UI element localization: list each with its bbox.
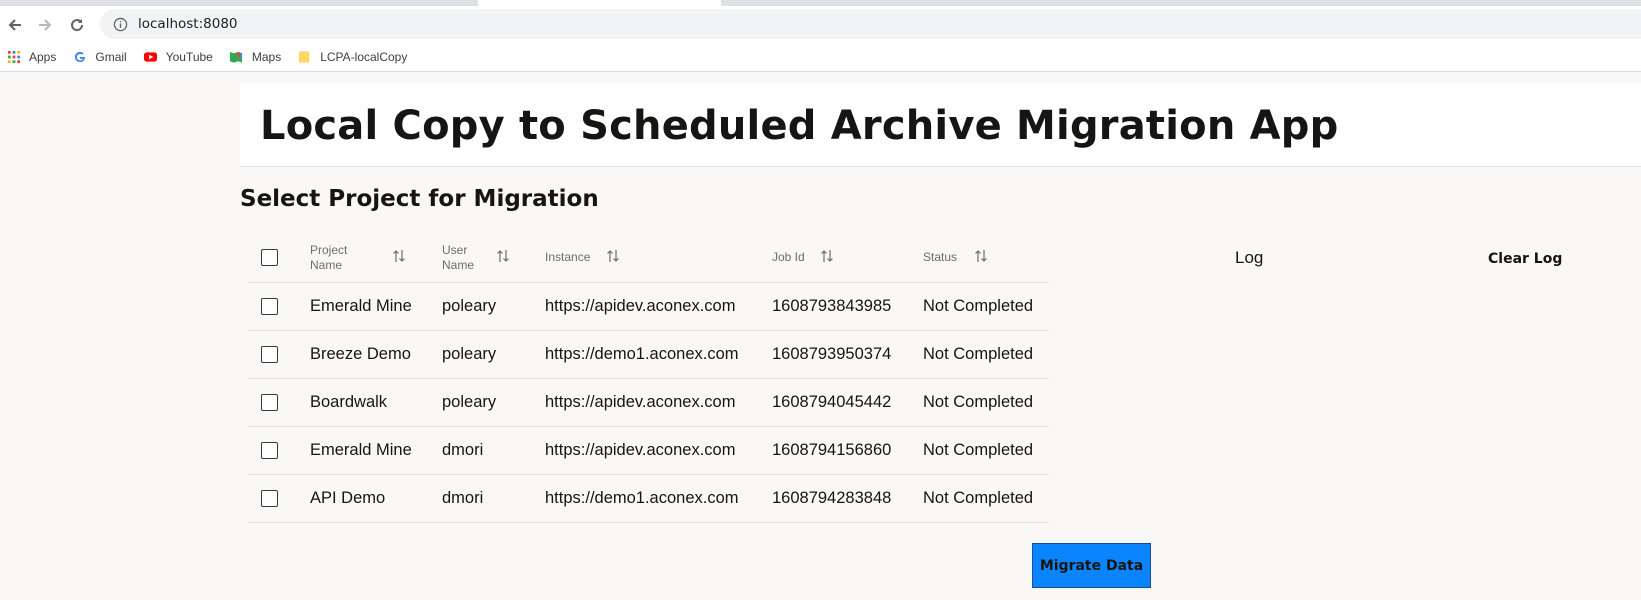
row-select-cell	[261, 427, 283, 474]
header-label: Instance	[545, 250, 591, 264]
project-name-cell: Breeze Demo	[310, 345, 411, 363]
instance-cell: https://apidev.aconex.com	[545, 297, 736, 315]
project-name-cell: Emerald Mine	[310, 441, 412, 459]
status-cell: Not Completed	[923, 441, 1034, 459]
user-name-cell: poleary	[442, 345, 497, 363]
header-label: Status	[923, 250, 958, 264]
row-checkbox[interactable]	[261, 298, 278, 315]
google-g-icon	[72, 49, 87, 64]
log-label: Log	[1235, 248, 1264, 267]
info-icon[interactable]	[112, 16, 128, 32]
app-title: Local Copy to Scheduled Archive Migratio…	[260, 103, 1339, 149]
job-id-cell: 1608794156860	[772, 441, 892, 459]
row-checkbox[interactable]	[261, 346, 278, 363]
job-id-cell: 1608793950374	[772, 345, 892, 363]
job-id-cell: 1608793843985	[772, 297, 892, 315]
bookmark-gmail[interactable]: Gmail	[72, 49, 127, 64]
instance-cell: https://demo1.aconex.com	[545, 345, 739, 363]
bookmark-label: LCPA-localCopy	[320, 49, 408, 64]
bookmark-label: Maps	[251, 49, 282, 64]
bookmark-label: YouTube	[165, 49, 213, 64]
job-id-cell: 1608794283848	[772, 489, 892, 507]
reload-button[interactable]	[66, 14, 88, 36]
job-id-cell: 1608794045442	[772, 393, 892, 411]
sort-icon[interactable]	[606, 248, 620, 264]
back-button[interactable]	[4, 14, 26, 36]
migrate-data-button[interactable]: Migrate Data	[1032, 543, 1151, 588]
row-select-cell	[261, 379, 283, 426]
bookmark-maps[interactable]: Maps	[229, 49, 281, 64]
table-row[interactable]: API Demo dmori https://demo1.aconex.com …	[249, 475, 1049, 523]
table-row[interactable]: Boardwalk poleary https://apidev.aconex.…	[249, 379, 1049, 427]
header-label: Name	[310, 257, 343, 272]
header-user-name[interactable]: User Name	[442, 233, 542, 282]
row-checkbox[interactable]	[261, 490, 278, 507]
select-all-cell	[261, 233, 283, 282]
bookmark-apps[interactable]: Apps	[6, 49, 56, 64]
projects-table: Project Name User Name Instance Job Id S…	[249, 233, 1049, 523]
url-text[interactable]: localhost:8080	[138, 16, 238, 32]
status-cell: Not Completed	[923, 345, 1034, 363]
section-title: Select Project for Migration	[240, 186, 599, 212]
app-header: Local Copy to Scheduled Archive Migratio…	[240, 83, 1641, 167]
status-cell: Not Completed	[923, 489, 1034, 507]
table-header-row: Project Name User Name Instance Job Id S…	[249, 233, 1049, 283]
user-name-cell: dmori	[442, 441, 484, 459]
header-label: Name	[442, 257, 475, 272]
instance-cell: https://apidev.aconex.com	[545, 393, 736, 411]
instance-cell: https://demo1.aconex.com	[545, 489, 739, 507]
header-instance[interactable]: Instance	[545, 233, 765, 282]
row-checkbox[interactable]	[261, 394, 278, 411]
bookmark-youtube[interactable]: YouTube	[143, 49, 213, 64]
header-project-name[interactable]: Project Name	[310, 233, 435, 282]
row-select-cell	[261, 331, 283, 378]
status-cell: Not Completed	[923, 393, 1034, 411]
header-label: User	[442, 242, 468, 257]
header-label: Project	[310, 242, 348, 257]
header-job-id[interactable]: Job Id	[772, 233, 922, 282]
status-cell: Not Completed	[923, 297, 1034, 315]
row-select-cell	[261, 283, 283, 330]
folder-icon	[297, 49, 312, 64]
forward-arrow-icon	[39, 19, 52, 31]
select-all-checkbox[interactable]	[261, 249, 278, 266]
reload-icon	[71, 19, 84, 32]
forward-button[interactable]	[34, 14, 56, 36]
browser-toolbar: localhost:8080	[0, 6, 1641, 42]
table-row[interactable]: Emerald Mine dmori https://apidev.aconex…	[249, 427, 1049, 475]
user-name-cell: poleary	[442, 297, 497, 315]
project-name-cell: Emerald Mine	[310, 297, 412, 315]
user-name-cell: poleary	[442, 393, 497, 411]
sort-icon[interactable]	[974, 248, 988, 264]
table-row[interactable]: Emerald Mine poleary https://apidev.acon…	[249, 283, 1049, 331]
user-name-cell: dmori	[442, 489, 484, 507]
bookmark-lcpa-localcopy[interactable]: LCPA-localCopy	[297, 49, 407, 64]
address-bar[interactable]: localhost:8080	[100, 9, 1641, 39]
clear-log-button[interactable]: Clear Log	[1488, 251, 1562, 267]
bookmark-label: Apps	[29, 49, 57, 64]
project-name-cell: Boardwalk	[310, 393, 388, 411]
table-row[interactable]: Breeze Demo poleary https://demo1.aconex…	[249, 331, 1049, 379]
sort-icon[interactable]	[496, 248, 510, 264]
project-name-cell: API Demo	[310, 489, 386, 507]
row-select-cell	[261, 475, 283, 522]
header-label: Job Id	[772, 250, 805, 264]
bookmarks-bar: Apps Gmail YouTube Maps LCPA-localCopy	[0, 42, 1641, 72]
sort-icon[interactable]	[820, 248, 834, 264]
header-status[interactable]: Status	[923, 233, 1049, 282]
row-checkbox[interactable]	[261, 442, 278, 459]
maps-icon	[229, 49, 244, 64]
apps-grid-icon	[6, 49, 21, 64]
bookmark-label: Gmail	[95, 49, 127, 64]
sort-icon[interactable]	[392, 248, 406, 264]
youtube-icon	[143, 49, 158, 64]
instance-cell: https://apidev.aconex.com	[545, 441, 736, 459]
back-arrow-icon	[8, 19, 21, 31]
